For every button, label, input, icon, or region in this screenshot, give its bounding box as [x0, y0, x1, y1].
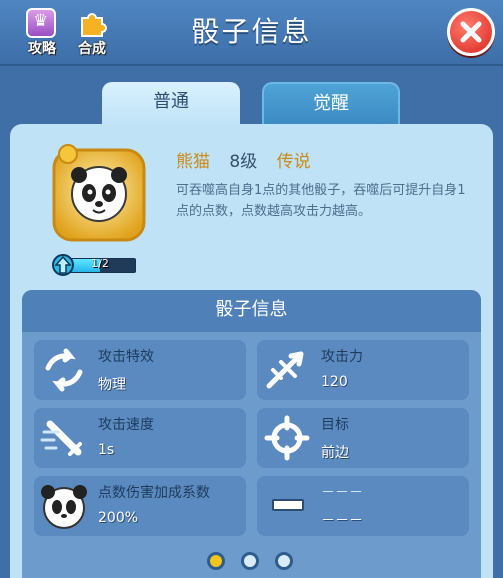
page-title: 骰子信息	[191, 15, 312, 48]
info-box: 骰子信息 攻击特效 物理 攻击力 120 攻击速度 1s 目标 前边 点数伤害加…	[22, 290, 481, 578]
bar-icon	[272, 499, 304, 511]
stat-attack-effect: 攻击特效 物理	[34, 340, 246, 400]
stat-value: 120	[321, 374, 348, 390]
close-button[interactable]	[447, 8, 495, 56]
stat-damage-coefficient: 点数伤害加成系数 200%	[34, 476, 246, 536]
tab-awaken[interactable]: 觉醒	[262, 82, 400, 126]
stat-target: 目标 前边	[257, 408, 469, 468]
stat-value: 物理	[98, 377, 126, 393]
stat-label: 目标	[321, 417, 349, 433]
level-progress: 1/2	[52, 254, 138, 276]
stat-label: 点数伤害加成系数	[98, 485, 210, 501]
progress-text: 1/2	[91, 257, 109, 270]
stat-label: 攻击速度	[98, 417, 154, 433]
stat-label: 攻击特效	[98, 349, 154, 365]
dice-rarity: 传说	[276, 152, 311, 172]
stat-empty: －－－ －－－	[257, 476, 469, 536]
page-dot-3[interactable]	[275, 552, 293, 570]
dice-name: 熊猫	[176, 152, 210, 172]
stat-value: 200%	[98, 510, 139, 526]
header-bar: 攻略 合成 骰子信息	[0, 0, 503, 66]
page-dot-2[interactable]	[241, 552, 259, 570]
stat-attack-speed: 攻击速度 1s	[34, 408, 246, 468]
stat-value: 前边	[321, 445, 349, 461]
stat-label: 攻击力	[321, 349, 363, 365]
pagination-dots	[207, 550, 297, 572]
attack-power-icon	[266, 351, 304, 389]
stat-value: 1s	[98, 442, 115, 458]
info-title: 骰子信息	[22, 290, 481, 332]
attack-effect-icon	[45, 348, 83, 392]
target-icon	[264, 415, 310, 461]
dice-description: 可吞噬高自身1点的其他骰子，吞噬后可提升自身1点的点数，点数越高攻击力越高。	[176, 183, 466, 219]
stat-attack-power: 攻击力 120	[257, 340, 469, 400]
tab-normal[interactable]: 普通	[102, 82, 240, 126]
attack-speed-icon	[40, 420, 82, 456]
panda-icon	[41, 485, 87, 529]
close-icon	[460, 21, 482, 43]
dice-name-row: 熊猫 8级 传说	[176, 147, 325, 172]
panda-dice-icon	[52, 144, 146, 242]
page-dot-1[interactable]	[207, 552, 225, 570]
dice-level: 8级	[229, 152, 258, 172]
stat-label: －－－	[321, 485, 363, 501]
upgrade-arrow-icon	[52, 254, 74, 276]
stat-value: －－－	[321, 513, 363, 529]
